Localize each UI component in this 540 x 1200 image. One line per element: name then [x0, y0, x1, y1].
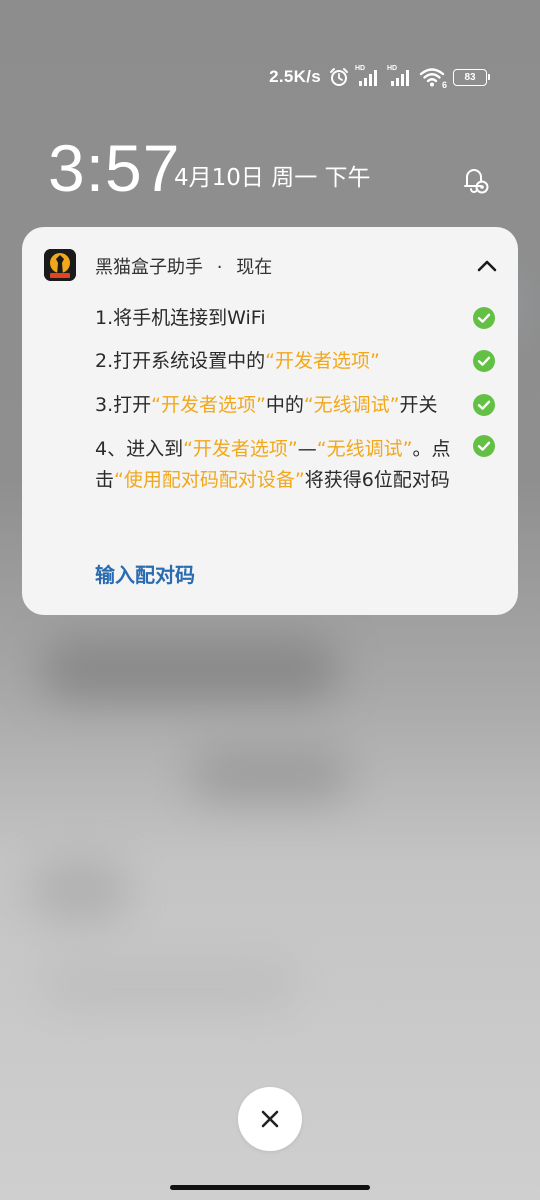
notification-header: 黑猫盒子助手 · 现在 — [44, 249, 504, 283]
notification-timestamp: 现在 — [236, 257, 273, 278]
check-icon — [473, 394, 495, 416]
check-icon — [473, 435, 495, 457]
collapse-chevron-icon[interactable] — [470, 249, 504, 283]
enter-pairing-code-button[interactable]: 输入配对码 — [95, 559, 195, 588]
step-text: 中的 — [265, 394, 304, 416]
step-text: — — [297, 438, 317, 460]
notification-settings-icon[interactable] — [456, 162, 492, 198]
close-icon — [261, 1110, 279, 1128]
step-text: 将获得6位配对码 — [304, 469, 450, 491]
step-text: 开关 — [399, 394, 438, 416]
step-text: 3.打开 — [95, 394, 152, 416]
status-icons: 2.5K/s HD HD 6 83 — [269, 65, 490, 90]
notification-card[interactable]: 黑猫盒子助手 · 现在 1.将手机连接到WiFi 2.打开系统设置中的“开发者选… — [22, 227, 518, 615]
signal-icon: HD — [387, 65, 413, 88]
clock-date: 4月10日 周一 下午 — [174, 165, 371, 191]
signal-icon: HD — [355, 65, 381, 88]
background-blur — [190, 750, 350, 800]
wifi-badge: 6 — [441, 80, 447, 90]
alarm-icon — [329, 67, 349, 87]
background-blur — [40, 640, 340, 700]
step-highlight-text: “无线调试” — [303, 394, 400, 416]
step-4: 4、进入到“开发者选项”—“无线调试”。点击“使用配对码配对设备”将获得6位配对… — [95, 434, 470, 496]
step-text: 1.将手机连接到WiFi — [95, 307, 266, 329]
check-icon — [473, 307, 495, 329]
clear-notifications-button[interactable] — [238, 1087, 302, 1151]
app-icon — [44, 249, 76, 281]
step-1: 1.将手机连接到WiFi — [95, 303, 485, 334]
battery-icon: 83 — [453, 68, 490, 86]
lockscreen-clock-row: 3:57 4月10日 周一 下午 — [48, 128, 498, 208]
check-icon — [473, 350, 495, 372]
background-blur — [30, 860, 130, 920]
step-highlight-text: “开发者选项” — [183, 438, 298, 460]
step-text: 4、进入到 — [95, 438, 184, 460]
step-2: 2.打开系统设置中的“开发者选项” — [95, 346, 485, 377]
network-speed: 2.5K/s — [269, 67, 321, 86]
battery-level: 83 — [453, 68, 487, 86]
header-separator: · — [216, 257, 223, 278]
background-blur — [40, 960, 300, 1010]
step-highlight-text: “使用配对码配对设备” — [114, 469, 305, 491]
status-bar: 2.5K/s HD HD 6 83 — [0, 62, 540, 98]
step-highlight-text: “开发者选项” — [265, 350, 380, 372]
step-3: 3.打开“开发者选项”中的“无线调试”开关 — [95, 390, 490, 421]
wifi-icon: 6 — [419, 66, 447, 90]
app-name: 黑猫盒子助手 — [95, 257, 203, 278]
step-text: 2.打开系统设置中的 — [95, 350, 266, 372]
app-name-line: 黑猫盒子助手 · 现在 — [95, 253, 272, 279]
clock-time: 3:57 — [48, 131, 181, 205]
step-highlight-text: “开发者选项” — [151, 394, 266, 416]
step-highlight-text: “无线调试” — [316, 438, 413, 460]
home-indicator[interactable] — [170, 1185, 370, 1190]
